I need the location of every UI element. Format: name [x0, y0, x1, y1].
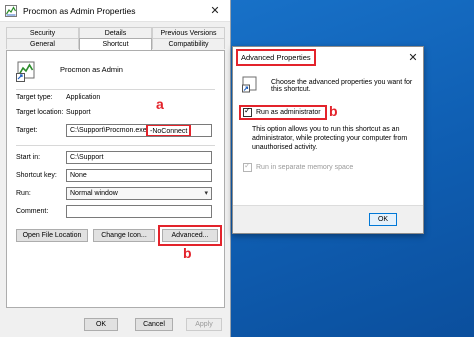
tab-shortcut[interactable]: Shortcut [79, 38, 152, 50]
apply-button[interactable]: Apply [186, 318, 222, 331]
checkmark-icon: ✓ [244, 161, 251, 170]
start-in-input[interactable]: C:\Support [66, 151, 212, 164]
tab-row-1: Security Details Previous Versions [6, 27, 225, 38]
dialog-title-bar: Advanced Properties ✕ [233, 47, 423, 67]
shortcut-icon [242, 76, 259, 93]
separate-memory-row: ✓ Run in separate memory space [243, 161, 354, 172]
procmon-icon [16, 60, 38, 82]
shortcut-key-label: Shortcut key: [16, 172, 57, 179]
tab-row-2: General Shortcut Compatibility [6, 38, 225, 50]
target-location-label: Target location: [16, 109, 64, 116]
checkmark-icon: ✓ [244, 106, 251, 115]
divider [16, 89, 215, 90]
tab-general[interactable]: General [6, 38, 79, 49]
separate-memory-label: Run in separate memory space [256, 164, 354, 171]
procmon-icon [5, 4, 17, 17]
advanced-button[interactable]: Advanced... [162, 229, 218, 242]
divider [16, 145, 215, 146]
close-icon[interactable]: ✕ [403, 51, 423, 64]
shortcut-key-input[interactable]: None [66, 169, 212, 182]
annotation-marker-b: b [183, 245, 192, 261]
dialog-intro-text: Choose the advanced properties you want … [271, 79, 413, 93]
run-as-admin-description: This option allows you to run this short… [252, 126, 408, 151]
shortcut-panel: Procmon as Admin Target type: Applicatio… [6, 50, 225, 308]
tab-previous-versions[interactable]: Previous Versions [152, 27, 225, 38]
close-icon[interactable]: ✕ [200, 0, 230, 22]
change-icon-button[interactable]: Change Icon... [93, 229, 155, 242]
run-as-admin-highlight: ✓ Run as administrator [239, 105, 327, 120]
run-select[interactable]: Normal window ▾ [66, 187, 212, 200]
ok-button[interactable]: OK [84, 318, 118, 331]
target-location-value: Support [66, 109, 91, 116]
run-as-admin-checkbox[interactable]: ✓ [243, 106, 252, 117]
annotation-marker-b: b [329, 103, 338, 119]
comment-label: Comment: [16, 208, 49, 215]
target-input[interactable]: C:\Support\Procmon.exe -NoConnect [66, 124, 212, 137]
target-label: Target: [16, 127, 38, 134]
shortcut-name: Procmon as Admin [60, 65, 123, 74]
dialog-ok-button[interactable]: OK [369, 213, 397, 226]
run-label: Run: [16, 190, 31, 197]
tab-details[interactable]: Details [79, 27, 152, 38]
start-in-label: Start in: [16, 154, 41, 161]
target-argument-highlight: -NoConnect [146, 125, 192, 136]
target-type-label: Target type: [16, 94, 53, 101]
open-file-location-button[interactable]: Open File Location [16, 229, 88, 242]
tab-security[interactable]: Security [6, 27, 79, 38]
dialog-footer: OK [233, 205, 423, 233]
window-title: Procmon as Admin Properties [23, 5, 136, 16]
advanced-properties-dialog: Advanced Properties ✕ Choose the advance… [232, 46, 424, 234]
run-select-value: Normal window [70, 190, 118, 197]
chevron-down-icon: ▾ [204, 190, 208, 197]
target-type-value: Application [66, 94, 101, 101]
tab-compatibility[interactable]: Compatibility [152, 38, 225, 49]
comment-input[interactable] [66, 205, 212, 218]
target-path-text: C:\Support\Procmon.exe [70, 127, 147, 134]
cancel-button[interactable]: Cancel [135, 318, 173, 331]
dialog-title: Advanced Properties [236, 48, 316, 66]
properties-window: Procmon as Admin Properties ✕ Security D… [0, 0, 231, 337]
separate-memory-checkbox[interactable]: ✓ [243, 161, 252, 172]
annotation-marker-a: a [156, 96, 164, 112]
dialog-body: Choose the advanced properties you want … [233, 67, 423, 205]
run-as-admin-label[interactable]: Run as administrator [256, 109, 321, 116]
tab-strip: Security Details Previous Versions Gener… [6, 27, 225, 50]
title-bar: Procmon as Admin Properties ✕ [0, 0, 230, 22]
